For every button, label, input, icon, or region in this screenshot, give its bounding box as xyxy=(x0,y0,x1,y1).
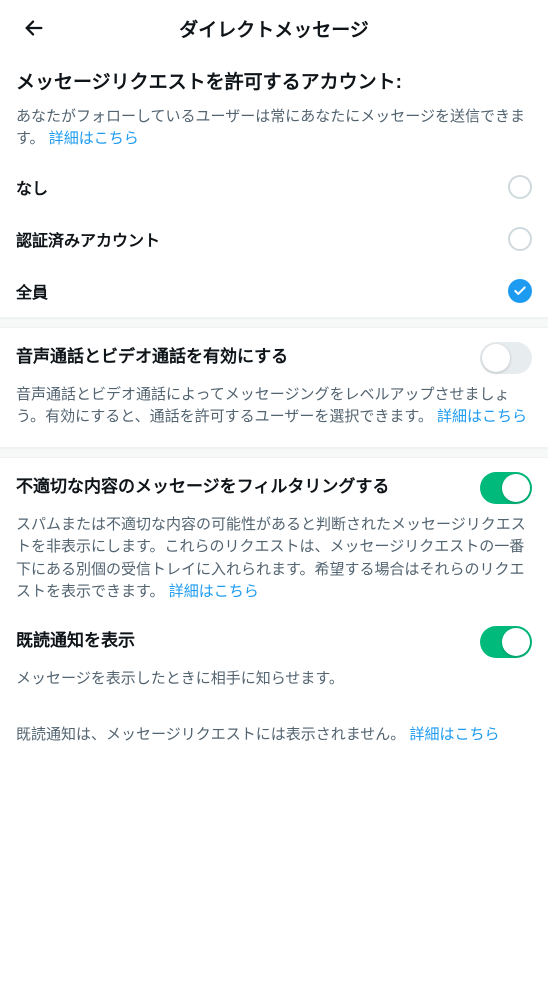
radio-icon-selected xyxy=(508,279,532,303)
radio-option-everyone[interactable]: 全員 xyxy=(0,265,548,317)
back-button[interactable] xyxy=(16,10,52,46)
calls-title: 音声通話とビデオ通話を有効にする xyxy=(16,346,288,369)
filter-learn-more-link[interactable]: 詳細はこちら xyxy=(169,583,259,600)
calls-desc: 音声通話とビデオ通話によってメッセージングをレベルアップさせましょう。有効にする… xyxy=(16,384,532,429)
toggle-knob xyxy=(482,344,510,372)
allow-requests-learn-more-link[interactable]: 詳細はこちら xyxy=(49,130,139,147)
read-receipts-title: 既読通知を表示 xyxy=(16,630,135,653)
page-title: ダイレクトメッセージ xyxy=(52,15,496,42)
toggle-knob xyxy=(502,628,530,656)
read-receipts-learn-more-link[interactable]: 詳細はこちら xyxy=(409,726,499,743)
calls-learn-more-link[interactable]: 詳細はこちら xyxy=(437,408,527,425)
allow-requests-desc: あなたがフォローしているユーザーは常にあなたにメッセージを送信できます。 詳細は… xyxy=(16,106,532,151)
radio-label: 全員 xyxy=(16,279,48,303)
read-receipts-toggle[interactable] xyxy=(480,626,532,658)
filter-toggle[interactable] xyxy=(480,472,532,504)
read-receipts-note: 既読通知は、メッセージリクエストには表示されません。 詳細はこちら xyxy=(0,724,548,747)
section-divider xyxy=(0,318,548,328)
calls-toggle[interactable] xyxy=(480,342,532,374)
radio-option-verified[interactable]: 認証済みアカウント xyxy=(0,213,548,265)
section-divider xyxy=(0,448,548,458)
radio-label: 認証済みアカウント xyxy=(16,227,160,251)
radio-icon xyxy=(508,175,532,199)
arrow-left-icon xyxy=(23,17,45,39)
filter-desc: スパムまたは不適切な内容の可能性があると判断されたメッセージリクエストを非表示に… xyxy=(16,514,532,604)
radio-icon xyxy=(508,227,532,251)
radio-label: なし xyxy=(16,175,48,199)
toggle-knob xyxy=(502,474,530,502)
allow-requests-title: メッセージリクエストを許可するアカウント: xyxy=(16,70,532,96)
read-receipts-desc: メッセージを表示したときに相手に知らせます。 xyxy=(16,668,532,691)
filter-title: 不適切な内容のメッセージをフィルタリングする xyxy=(16,476,389,499)
radio-option-none[interactable]: なし xyxy=(0,161,548,213)
